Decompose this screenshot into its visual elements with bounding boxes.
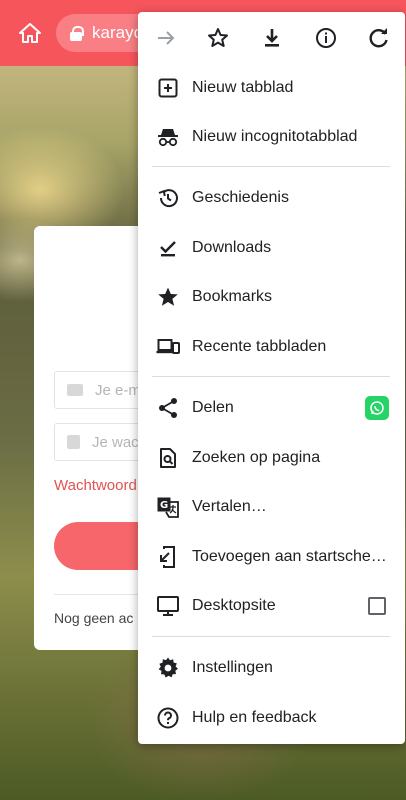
- forgot-password-link[interactable]: Wachtwoord: [54, 477, 137, 494]
- mail-icon: [67, 384, 83, 396]
- home-icon[interactable]: [18, 22, 42, 44]
- forward-arrow-icon: [158, 31, 175, 45]
- translate-icon: G: [156, 495, 180, 519]
- menu-item-translate[interactable]: G Vertalen…: [138, 483, 405, 531]
- help-icon: [156, 706, 180, 730]
- downloads-check-icon: [156, 236, 180, 260]
- menu-separator: [152, 376, 390, 377]
- signup-prompt: Nog geen ac: [54, 610, 134, 626]
- menu-item-label: Zoeken op pagina: [192, 449, 321, 466]
- menu-item-downloads[interactable]: Downloads: [138, 224, 405, 272]
- browser-overflow-menu: Nieuw tabblad Nieuw incognitotabblad Ges…: [138, 12, 405, 744]
- new-tab-icon: [156, 76, 180, 100]
- menu-item-history[interactable]: Geschiedenis: [138, 174, 405, 222]
- menu-item-label: Nieuw tabblad: [192, 79, 294, 96]
- page-info-button[interactable]: [312, 24, 340, 52]
- menu-item-label: Downloads: [192, 239, 272, 256]
- devices-icon: [156, 335, 180, 359]
- menu-item-label: Instellingen: [192, 659, 273, 676]
- menu-item-label: Delen: [192, 399, 234, 416]
- menu-item-label: Recente tabbladen: [192, 338, 327, 355]
- menu-item-label: Bookmarks: [192, 288, 273, 305]
- download-icon: [265, 29, 279, 47]
- menu-item-recent-tabs[interactable]: Recente tabbladen: [138, 323, 405, 371]
- menu-item-label: Nieuw incognitotabblad: [192, 128, 358, 145]
- info-icon: [316, 28, 336, 48]
- menu-item-find-in-page[interactable]: Zoeken op pagina: [138, 434, 405, 482]
- menu-item-label: Desktopsite: [192, 597, 276, 614]
- reload-icon: [369, 28, 388, 48]
- menu-item-help-feedback[interactable]: Hulp en feedback: [138, 694, 405, 742]
- lock-field-icon: [67, 435, 80, 449]
- menu-item-new-incognito-tab[interactable]: Nieuw incognitotabblad: [138, 113, 405, 161]
- bookmark-star-icon: [156, 285, 180, 309]
- menu-item-label: Hulp en feedback: [192, 709, 317, 726]
- svg-text:G: G: [160, 500, 168, 511]
- menu-separator: [152, 166, 390, 167]
- menu-toolbar: [138, 12, 405, 64]
- menu-item-label: Vertalen…: [192, 498, 267, 515]
- menu-item-new-tab[interactable]: Nieuw tabblad: [138, 64, 405, 112]
- menu-item-settings[interactable]: Instellingen: [138, 644, 405, 692]
- menu-item-label: Geschiedenis: [192, 189, 289, 206]
- bookmark-button[interactable]: [204, 24, 232, 52]
- reload-button[interactable]: [365, 24, 393, 52]
- forward-button[interactable]: [152, 24, 180, 52]
- menu-item-bookmarks[interactable]: Bookmarks: [138, 273, 405, 321]
- menu-item-desktop-site[interactable]: Desktopsite: [138, 582, 405, 630]
- url-text: karayo: [92, 23, 144, 42]
- desktop-site-checkbox[interactable]: [368, 597, 386, 615]
- find-in-page-icon: [156, 446, 180, 470]
- password-placeholder: Je wac: [92, 433, 139, 451]
- add-to-home-icon: [156, 545, 180, 569]
- desktop-icon: [156, 594, 180, 618]
- menu-item-share[interactable]: Delen: [138, 384, 405, 432]
- menu-item-add-to-home-screen[interactable]: Toevoegen aan startsche…: [138, 533, 405, 581]
- star-outline-icon: [208, 28, 228, 47]
- email-placeholder: Je e-m: [95, 381, 141, 399]
- whatsapp-icon[interactable]: [365, 396, 389, 420]
- history-icon: [156, 186, 180, 210]
- share-icon: [156, 396, 180, 420]
- lock-icon: [70, 26, 84, 41]
- menu-item-label: Toevoegen aan startsche…: [192, 548, 387, 565]
- menu-separator: [152, 636, 390, 637]
- gear-icon: [156, 656, 180, 680]
- download-button[interactable]: [258, 24, 286, 52]
- incognito-icon: [156, 125, 180, 149]
